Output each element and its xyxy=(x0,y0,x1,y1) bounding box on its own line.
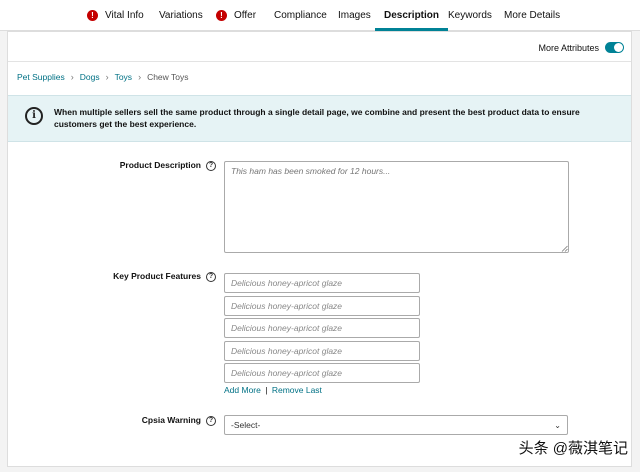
divider xyxy=(8,61,631,62)
error-icon: ! xyxy=(216,10,227,21)
tab-label: Images xyxy=(338,10,371,21)
help-icon[interactable]: ? xyxy=(206,271,216,282)
breadcrumb-dogs[interactable]: Dogs xyxy=(80,72,100,82)
tab-label: Variations xyxy=(159,10,203,21)
product-description-field[interactable] xyxy=(224,161,569,253)
tab-keywords[interactable]: Keywords xyxy=(448,0,492,31)
cpsia-warning-label: Cpsia Warning? xyxy=(142,415,216,426)
chevron-right-icon: › xyxy=(138,72,142,82)
tab-description[interactable]: Description xyxy=(374,0,449,31)
tab-vital-info[interactable]: ! Vital Info xyxy=(87,0,144,31)
breadcrumb-pet-supplies[interactable]: Pet Supplies xyxy=(17,72,65,82)
info-text: When multiple sellers sell the same prod… xyxy=(54,107,580,129)
resize-handle-icon[interactable] xyxy=(561,245,568,252)
more-attributes-label: More Attributes xyxy=(538,42,599,53)
key-feature-input-1[interactable] xyxy=(224,273,420,293)
key-features-label: Key Product Features? xyxy=(113,271,216,282)
breadcrumb-current: Chew Toys xyxy=(147,72,189,82)
description-panel: More Attributes Pet Supplies › Dogs › To… xyxy=(7,31,632,467)
help-icon[interactable]: ? xyxy=(206,415,216,426)
cpsia-warning-select[interactable]: -Select- ⌄ xyxy=(224,415,568,435)
more-attributes: More Attributes xyxy=(538,42,624,53)
add-more-link[interactable]: Add More xyxy=(224,385,261,395)
error-icon: ! xyxy=(87,10,98,21)
remove-last-link[interactable]: Remove Last xyxy=(272,385,322,395)
tab-variations[interactable]: Variations xyxy=(159,0,203,31)
chevron-right-icon: › xyxy=(70,72,74,82)
help-icon[interactable]: ? xyxy=(206,160,216,171)
breadcrumb-toys[interactable]: Toys xyxy=(115,72,132,82)
chevron-down-icon: ⌄ xyxy=(554,420,561,430)
tab-label: Compliance xyxy=(274,10,327,21)
tab-label: Keywords xyxy=(448,10,492,21)
tab-more-details[interactable]: More Details xyxy=(504,0,560,31)
more-attributes-toggle[interactable] xyxy=(605,42,624,53)
tab-bar: ! Vital Info Variations ! Offer Complian… xyxy=(0,0,640,31)
breadcrumb: Pet Supplies › Dogs › Toys › Chew Toys xyxy=(17,72,188,82)
key-feature-input-3[interactable] xyxy=(224,318,420,338)
tab-label: Offer xyxy=(234,10,257,21)
select-value: -Select- xyxy=(231,420,261,430)
key-feature-input-2[interactable] xyxy=(224,296,420,316)
feature-links: Add More | Remove Last xyxy=(224,385,322,395)
tab-label: More Details xyxy=(504,10,561,21)
tab-offer[interactable]: ! Offer xyxy=(216,0,256,31)
tab-images[interactable]: Images xyxy=(338,0,371,31)
tab-compliance[interactable]: Compliance xyxy=(274,0,327,31)
link-separator: | xyxy=(265,385,268,395)
watermark: 头条 @薇淇笔记 xyxy=(518,440,628,457)
product-description-label: Product Description? xyxy=(120,160,216,171)
tab-label: Description xyxy=(384,10,440,21)
tab-label: Vital Info xyxy=(105,10,144,21)
info-alert: i When multiple sellers sell the same pr… xyxy=(8,95,631,142)
chevron-right-icon: › xyxy=(105,72,109,82)
key-feature-input-5[interactable] xyxy=(224,363,420,383)
key-feature-input-4[interactable] xyxy=(224,341,420,361)
info-icon: i xyxy=(25,107,43,125)
